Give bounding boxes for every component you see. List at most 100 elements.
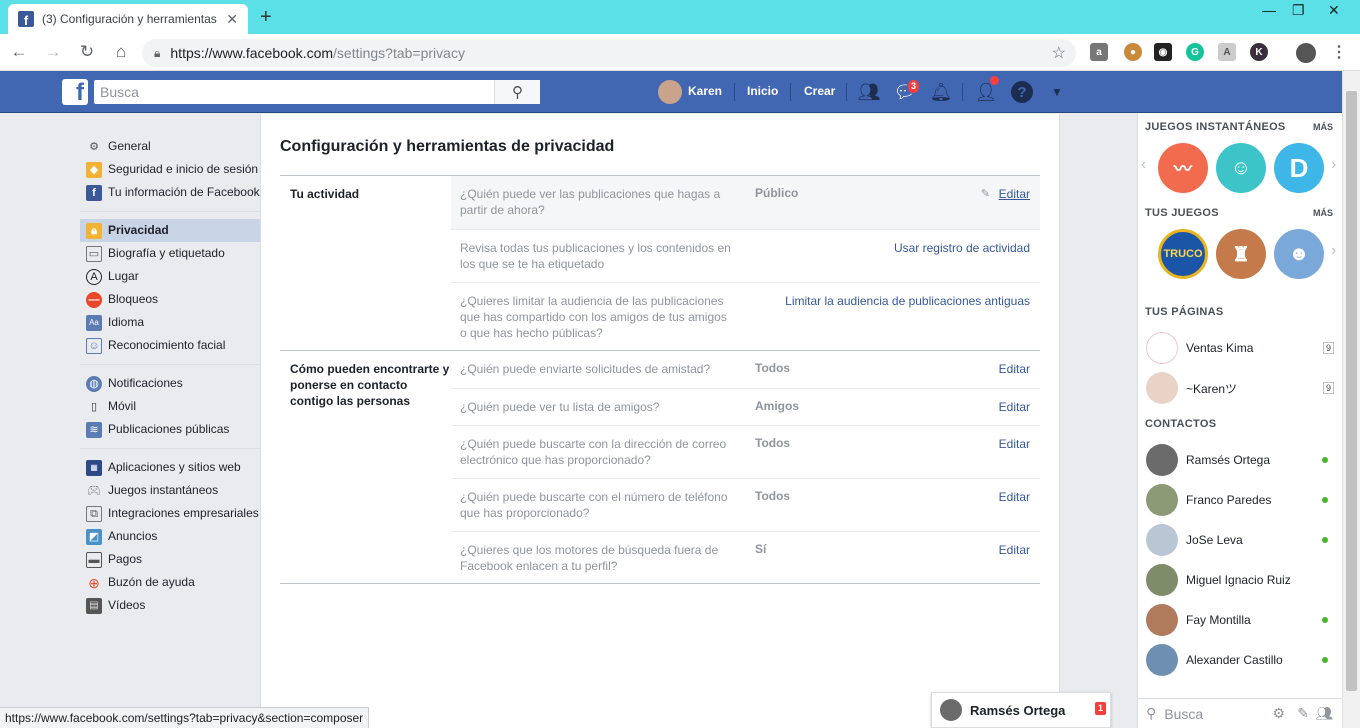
game-girl-icon[interactable]: ☻ (1274, 229, 1324, 279)
page-item[interactable]: ~Karenツ 9 (1146, 368, 1336, 408)
search-icon[interactable]: ⚲ (494, 80, 540, 104)
game-smiley-icon[interactable]: ☺ (1216, 143, 1266, 193)
forward-icon[interactable]: → (38, 42, 68, 62)
sidebar-item-mobile[interactable]: ▯ Móvil (80, 395, 260, 418)
sidebar-item-payments[interactable]: ▬ Pagos (80, 548, 260, 571)
page-scrollbar[interactable] (1342, 71, 1360, 728)
back-icon[interactable]: ← (4, 42, 34, 62)
sidebar-item-label: Privacidad (108, 223, 169, 237)
sidebar-item-language[interactable]: Aa Idioma (80, 311, 260, 334)
browser-menu-icon[interactable]: ⋮ (1330, 43, 1348, 61)
sidebar-item-videos[interactable]: ▤ Vídeos (80, 594, 260, 617)
limit-past-posts-link[interactable]: Limitar la audiencia de publicaciones an… (785, 293, 1030, 309)
reload-icon[interactable]: ↻ (72, 42, 102, 62)
edit-link[interactable]: Editar (999, 542, 1030, 558)
chevron-left-icon[interactable]: ‹ (1141, 156, 1146, 174)
sidebar-item-general[interactable]: ⚙ General (80, 135, 260, 158)
online-indicator (1322, 457, 1328, 463)
sidebar-item-public-posts[interactable]: ≋ Publicaciones públicas (80, 418, 260, 441)
chat-unread-badge: 1 (1094, 702, 1106, 715)
create-group-icon[interactable]: 👥︎ (1315, 705, 1333, 722)
contact-item[interactable]: Fay Montilla (1146, 600, 1336, 640)
extension-cookie-icon[interactable]: ● (1124, 43, 1142, 61)
online-indicator (1322, 537, 1328, 543)
extension-camera-icon[interactable]: ◉ (1154, 43, 1172, 61)
sidebar-item-label: Integraciones empresariales (108, 506, 259, 520)
extension-grammarly-icon[interactable]: G (1186, 43, 1204, 61)
page-avatar (1146, 372, 1178, 404)
setting-row[interactable]: ¿Quién puede ver las publicaciones que h… (451, 176, 1040, 229)
contact-item[interactable]: Alexander Castillo (1146, 640, 1336, 680)
game-castle-icon[interactable]: ♜ (1216, 229, 1266, 279)
contact-item[interactable]: JoSe Leva (1146, 520, 1336, 560)
close-tab-icon[interactable]: ✕ (226, 11, 238, 28)
activity-log-link[interactable]: Usar registro de actividad (894, 240, 1030, 256)
minimize-icon[interactable]: — (1262, 2, 1276, 18)
home-icon[interactable]: ⌂ (106, 42, 136, 62)
section-your-activity: Tu actividad ¿Quién puede ver las public… (280, 175, 1040, 350)
url-path: /settings?tab=privacy (333, 45, 465, 61)
edit-link[interactable]: Editar (999, 361, 1030, 377)
help-icon[interactable]: ? (1011, 81, 1033, 103)
extension-bag-icon[interactable]: a (1090, 43, 1108, 61)
sidebar-item-face-recognition[interactable]: ☺ Reconocimiento facial (80, 334, 260, 357)
create-link[interactable]: Crear (804, 84, 835, 98)
sidebar-item-timeline[interactable]: ▭ Biografía y etiquetado (80, 242, 260, 265)
game-d-icon[interactable]: D (1274, 143, 1324, 193)
profile-avatar[interactable] (658, 80, 682, 104)
sidebar-item-support-inbox[interactable]: ⊕ Buzón de ayuda (80, 571, 260, 594)
settings-gear-icon[interactable]: ⚙ (1272, 705, 1285, 722)
new-message-icon[interactable]: ✎ (1297, 705, 1309, 722)
sidebar-item-business-integrations[interactable]: ⧉ Integraciones empresariales (80, 502, 260, 525)
sidebar-item-privacy[interactable]: 🔒︎ Privacidad (80, 219, 260, 242)
sidebar-item-apps[interactable]: ▦ Aplicaciones y sitios web (80, 456, 260, 479)
account-dropdown-icon[interactable]: ▼ (1046, 81, 1068, 103)
contact-item[interactable]: Ramsés Ortega (1146, 440, 1336, 480)
bookmark-star-icon[interactable]: ☆ (1052, 43, 1066, 63)
notifications-bell-icon[interactable]: 🔔︎ (930, 81, 953, 103)
edit-link[interactable]: Editar (999, 436, 1030, 452)
sidebar-item-ads[interactable]: ◩ Anuncios (80, 525, 260, 548)
extension-translate-icon[interactable]: A (1218, 43, 1236, 61)
browser-tab[interactable]: f (3) Configuración y herramientas ✕ (8, 4, 248, 34)
chat-tab[interactable]: Ramsés Ortega 1 (931, 692, 1111, 728)
instant-games-more-link[interactable]: MÁS (1313, 122, 1333, 132)
close-window-icon[interactable]: ✕ (1328, 2, 1340, 19)
chat-name: Ramsés Ortega (970, 702, 1066, 718)
sidebar-item-instant-games[interactable]: 🎮︎ Juegos instantáneos (80, 479, 260, 502)
setting-row: ¿Quieres limitar la audiencia de las pub… (451, 282, 1040, 351)
sidebar-item-label: Biografía y etiquetado (108, 246, 225, 260)
chevron-right-icon[interactable]: › (1331, 156, 1336, 174)
home-link[interactable]: Inicio (747, 84, 778, 98)
edit-link[interactable]: Editar (999, 489, 1030, 505)
game-truco-icon[interactable]: TRUCO (1158, 229, 1208, 279)
address-bar[interactable]: 🔒︎ https://www.facebook.com/settings?tab… (142, 39, 1076, 67)
sidebar-item-your-info[interactable]: f Tu información de Facebook (80, 181, 260, 204)
edit-link[interactable]: Editar (999, 399, 1030, 415)
contact-item[interactable]: Franco Paredes (1146, 480, 1336, 520)
game-mustache-icon[interactable]: 〰 (1158, 143, 1208, 193)
settings-sidebar: ⚙ General ◆ Seguridad e inicio de sesión f… (80, 135, 260, 617)
maximize-icon[interactable]: ❐ (1292, 2, 1305, 19)
page-item[interactable]: Ventas Kima 9 (1146, 328, 1336, 368)
contact-item[interactable]: Miguel Ignacio Ruiz (1146, 560, 1336, 600)
your-games-more-link[interactable]: MÁS (1313, 208, 1333, 218)
chevron-right-icon[interactable]: › (1331, 242, 1336, 260)
sidebar-item-blocking[interactable]: — Bloqueos (80, 288, 260, 311)
fb-search-input[interactable] (94, 81, 494, 103)
chat-search[interactable]: ⚲ Busca ⚙ ✎ 👥︎ (1138, 698, 1343, 728)
sidebar-item-notifications[interactable]: ◍ Notificaciones (80, 372, 260, 395)
facebook-logo-icon[interactable]: f (62, 79, 88, 105)
edit-link[interactable]: Editar (999, 186, 1030, 202)
sidebar-item-security[interactable]: ◆ Seguridad e inicio de sesión (80, 158, 260, 181)
profile-link[interactable]: Karen (688, 84, 722, 98)
profile-avatar-icon[interactable] (1296, 43, 1316, 63)
extension-k-icon[interactable]: K (1250, 43, 1268, 61)
scrollbar-thumb[interactable] (1346, 91, 1357, 691)
friend-requests-icon[interactable]: 👥︎ (858, 81, 881, 103)
sidebar-item-location[interactable]: A Lugar (80, 265, 260, 288)
ads-icon: ◩ (86, 529, 102, 545)
contact-name: Alexander Castillo (1186, 653, 1283, 667)
sidebar-item-label: Pagos (108, 552, 143, 566)
new-tab-icon[interactable]: + (260, 6, 272, 29)
